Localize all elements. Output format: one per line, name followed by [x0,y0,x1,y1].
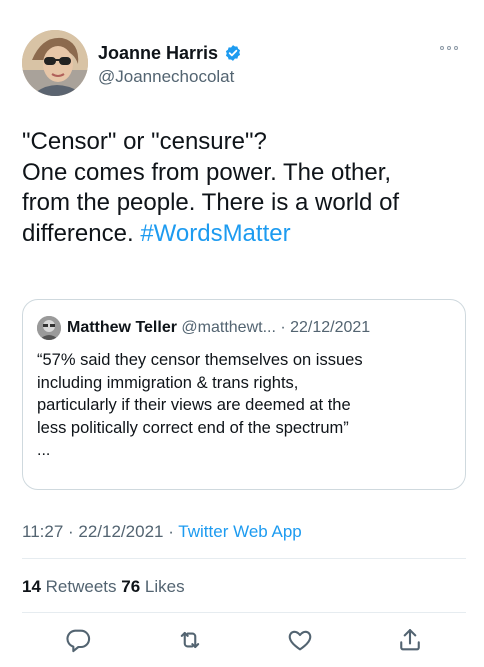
retweets-label: Retweets [40,577,122,596]
heart-icon[interactable] [286,626,314,654]
retweet-icon[interactable] [176,626,204,654]
quoted-date: 22/12/2021 [290,319,371,336]
quoted-text-line: less politically correct end of the spec… [37,418,349,437]
divider [22,612,466,613]
more-icon[interactable] [440,42,462,54]
quoted-text-ellipsis: ... [37,442,51,459]
source-link[interactable]: Twitter Web App [178,522,301,541]
tweet-timestamp: 11:27 · 22/12/2021 · Twitter Web App [22,521,302,543]
tweet-text-line: One comes from power. The other, [22,158,392,186]
author-handle[interactable]: @Joannechocolat [98,66,234,88]
tweet-date[interactable]: 22/12/2021 [78,522,163,541]
quoted-author-name: Matthew Teller [67,319,177,336]
meta-separator: · [63,522,79,541]
verified-badge-icon [224,44,242,62]
quoted-text-line: “57% said they censor themselves on issu… [37,351,363,369]
hashtag-link[interactable]: #WordsMatter [140,220,290,247]
author-avatar[interactable] [22,30,88,96]
quoted-author-handle: @matthewt... [181,319,276,336]
retweets-stat[interactable]: 14 Retweets [22,577,121,596]
quoted-text-line: including immigration & trans rights, [37,373,299,392]
engagement-stats: 14 Retweets 76 Likes [22,576,185,598]
author-name[interactable]: Joanne Harris [98,42,242,64]
meta-separator: · [163,522,179,541]
quoted-separator: · [275,319,291,336]
likes-stat[interactable]: 76 Likes [121,577,184,596]
quoted-tweet-text: “57% said they censor themselves on issu… [37,349,457,439]
share-icon[interactable] [396,626,424,654]
quoted-author-avatar [37,316,61,340]
retweets-count: 14 [22,577,41,596]
divider [22,558,466,559]
reply-icon[interactable] [64,626,92,654]
author-name-label: Joanne Harris [98,43,219,63]
tweet-text-fragment: difference. [22,219,141,247]
tweet-text-line: "Censor" or "censure"? [22,128,267,155]
tweet-text-line: from the people. There is a world of [22,189,400,216]
tweet-time[interactable]: 11:27 [22,522,63,541]
quoted-text-line: particularly if their views are deemed a… [37,396,351,414]
tweet-text-line: difference. #WordsMatter [22,219,472,250]
likes-count: 76 [121,577,141,596]
quoted-tweet-card[interactable]: Matthew Teller @matthewt... · 22/12/2021… [22,299,466,490]
action-bar [0,624,484,658]
likes-label: Likes [140,577,185,596]
quoted-tweet-header: Matthew Teller @matthewt... · 22/12/2021 [67,318,370,338]
tweet-text: "Censor" or "censure"? One comes from po… [22,127,472,249]
